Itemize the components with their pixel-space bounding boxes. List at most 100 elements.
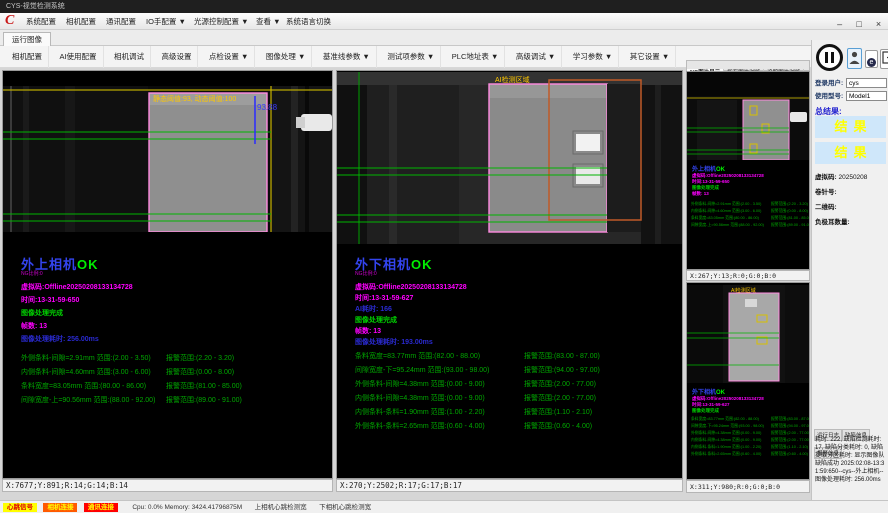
process-done-text: 图像处理完成 xyxy=(355,315,397,325)
user-account-button[interactable] xyxy=(847,48,862,69)
measurement-value: 内侧条料-间隙=4.60mm 范围:(3.00 - 6.00) xyxy=(691,209,761,214)
tool-camera-debug[interactable]: 相机调试 xyxy=(108,46,151,68)
connector-object xyxy=(301,114,332,131)
tab-run-image[interactable]: 运行图像 xyxy=(3,32,51,46)
measurement-value: 外侧条料-间隙=2.91mm 范围:(2.00 - 3.50) xyxy=(21,353,151,363)
camera-subinfo: NG比例:0 xyxy=(21,270,43,277)
measurement-row: 外侧条料-间隙=2.91mm 范围:(2.00 - 3.50) 报警范围:(2.2… xyxy=(3,353,332,367)
bright-feature xyxy=(576,134,600,151)
measurement-value: 条料宽度=83.05mm 范围:(80.00 - 86.00) xyxy=(21,381,146,391)
user-icon xyxy=(849,51,860,64)
measurement-list: 外侧条料-间隙=2.91mm 范围:(2.00 - 3.50) 报警范围:(2.2… xyxy=(3,353,332,409)
tab-count-label: 负极耳数量: xyxy=(815,219,850,226)
mid-camera-image[interactable]: AI检测区域 xyxy=(337,72,682,244)
tool-baseline-params[interactable]: 基准线参数 ▼ xyxy=(317,46,377,68)
measurement-value: 间隙宽度-下=95.24mm 范围:(93.00 - 98.00) xyxy=(691,424,764,429)
menu-item-camera-config[interactable]: 相机配置 xyxy=(62,13,100,30)
menu-item-system-config[interactable]: 系统配置 xyxy=(22,13,60,30)
threshold-overlay-label: 静态阈值:93, 动态阈值:100 xyxy=(153,94,236,103)
thumbnail-image: AI检测区域 xyxy=(687,285,809,383)
tool-advanced-debug[interactable]: 高级调试 ▼ xyxy=(510,46,563,68)
measurement-value: 外侧条料-间隙=2.91mm 范围:(2.00 - 3.50) xyxy=(691,202,761,207)
measurement-row: 内侧条料-间隙=4.38mm 范围:(0.00 - 9.00)报警范围:(2.0… xyxy=(337,393,682,407)
tool-other-settings[interactable]: 其它设置 ▼ xyxy=(624,46,677,68)
camera-connection-badge: 相机连接 xyxy=(43,503,77,512)
alarm-range: 报警范围:(2.00 - 77.00) xyxy=(524,379,596,389)
login-user-input[interactable] xyxy=(846,78,887,88)
measurement-row: 间隙宽度-下=95.24mm 范围:(93.00 - 98.00) 报警范围:(9… xyxy=(337,365,682,379)
qr-code-field: 二维码: xyxy=(815,201,837,211)
cpu-memory-readout: Cpu: 0.0% Memory: 3424.41796875M xyxy=(132,501,242,514)
alarm-range: 报警范围:(94.00 - 97.00) xyxy=(524,365,600,375)
window-title: CYS-视觉检测系统 xyxy=(6,3,65,10)
camera-status: OK xyxy=(77,257,99,272)
menu-item-view[interactable]: 查看 ▼ xyxy=(252,13,285,30)
thumbnail-image xyxy=(687,72,809,160)
alarm-range: 报警范围:(1.10 - 2.10) xyxy=(524,407,592,417)
menu-item-language-switch[interactable]: 系统语言切换 xyxy=(282,13,335,30)
close-button[interactable]: × xyxy=(871,17,886,31)
minimize-button[interactable]: – xyxy=(832,17,847,31)
frame-count-text: 帧数: 13 xyxy=(21,321,47,331)
tab-strip: 运行图像 xyxy=(0,30,888,46)
menu-item-io-config[interactable]: IO手配置 ▼ xyxy=(142,13,190,30)
lower-camera-heartbeat-text: 下相机心跳检测宽 xyxy=(319,501,371,514)
model-label: 使用型号: xyxy=(815,91,843,102)
thumbnail-upper-camera[interactable]: 外上相机OK 虚拟码:Offline20250208133134728 时间:1… xyxy=(686,71,810,270)
elapsed-text: 图像处理耗时: 193.00ms xyxy=(355,337,433,347)
upper-camera-heartbeat-text: 上相机心跳检测宽 xyxy=(255,501,307,514)
camera-subinfo: NG比例:0 xyxy=(355,270,377,277)
alarm-range: 报警范围:(2.20 - 3.20) xyxy=(166,353,234,363)
measurement-value: 内侧条料-条料=1.90mm 范围:(1.00 - 2.20) xyxy=(691,445,761,450)
tool-ai-config[interactable]: AI使用配置 xyxy=(53,46,103,68)
pause-button[interactable] xyxy=(816,44,843,71)
alarm-range: 报警范围:(0.00 - 8.00) xyxy=(166,367,234,377)
left-camera-image[interactable]: 93.88 静态阈值:93, 动态阈值:100 xyxy=(3,86,332,232)
ai-roi-overlay-label: AI检测区域 xyxy=(731,287,756,294)
alarm-range: 报警范围:(1.10 - 2.10) xyxy=(771,445,808,450)
pause-icon xyxy=(825,52,828,63)
measurement-row: 内侧条料-间隙=4.60mm 范围:(3.00 - 6.00)报警范围:(0.0… xyxy=(3,367,332,381)
tool-image-process[interactable]: 图像处理 ▼ xyxy=(260,46,313,68)
measurement-value: 内侧条料-条料=1.90mm 范围:(1.00 - 2.20) xyxy=(355,407,485,417)
tool-plc-table[interactable]: PLC地址表 ▼ xyxy=(446,46,506,68)
maximize-button[interactable]: □ xyxy=(852,17,867,31)
menu-item-light-config[interactable]: 光源控制配置 ▼ xyxy=(190,13,253,30)
left-camera-panel: 93.88 静态阈值:93, 动态阈值:100 外上相机OK NG比例:0 虚拟… xyxy=(2,70,333,479)
logout-button[interactable] xyxy=(880,49,888,69)
alarm-range: 报警范围:(2.00 - 77.00) xyxy=(771,438,810,443)
alarm-range: 报警范围:(2.20 - 3.20) xyxy=(771,202,808,207)
alarm-range: 报警范围:(2.00 - 77.00) xyxy=(771,431,810,436)
tab-count-field: 负极耳数量: xyxy=(815,216,850,226)
measurement-value: 间隙宽度-下=95.24mm 范围:(93.00 - 98.00) xyxy=(355,365,489,375)
e-service-button[interactable]: e xyxy=(865,50,878,68)
tool-camera-config[interactable]: 相机配置 xyxy=(6,46,49,68)
result-box-upper: 结果 xyxy=(815,116,886,138)
alarm-range: 报警范围:(89.00 - 91.00) xyxy=(166,395,242,405)
tool-spot-check[interactable]: 点检设置 ▼ xyxy=(203,46,256,68)
barcode-text: 虚拟码:Offline20250208133134728 xyxy=(21,282,133,292)
thumbnail-lower-camera[interactable]: AI检测区域 外下相机OK 虚拟码:Offline202502081331347… xyxy=(686,282,810,480)
login-user-row: 登录用户: xyxy=(815,78,887,89)
status-bar: 心跳信号 相机连接 通讯连接 Cpu: 0.0% Memory: 3424.41… xyxy=(0,500,888,513)
left-coords-readout: X:7677;Y:891;R:14;G:14;B:14 xyxy=(2,479,333,492)
measurement-list: 条料宽度=83.77mm 范围:(82.00 - 88.00) 报警范围:(83.… xyxy=(337,351,682,435)
comm-connection-badge: 通讯连接 xyxy=(84,503,118,512)
log-output[interactable]: 耗时: 222, 缺陷检测耗时: 17, 缺陷分类耗时: 0, 缺陷提取分区耗时… xyxy=(815,436,886,484)
frame-count-text: 帧数: 13 xyxy=(355,326,381,336)
model-input[interactable] xyxy=(846,91,887,101)
alarm-range: 报警范围:(83.00 - 87.00) xyxy=(524,351,600,361)
menu-bar: C 系统配置 相机配置 通讯配置 IO手配置 ▼ 光源控制配置 ▼ 查看 ▼ 系… xyxy=(0,13,888,30)
pin-number-label: 卷针号: xyxy=(815,189,837,196)
measurement-value: 条料宽度=83.77mm 范围:(82.00 - 88.00) xyxy=(355,351,480,361)
camera-title: 外上相机OK xyxy=(692,164,725,173)
alarm-range: 报警范围:(0.00 - 8.00) xyxy=(771,209,808,214)
menu-item-comm-config[interactable]: 通讯配置 xyxy=(102,13,140,30)
measurement-row: 条料宽度=83.05mm 范围:(80.00 - 86.00)报警范围:(81.… xyxy=(3,381,332,395)
tool-test-params[interactable]: 测试项参数 ▼ xyxy=(381,46,441,68)
thumb2-coords-readout: X:311;Y:980;R:0;G:0;B:0 xyxy=(686,480,810,493)
alarm-range: 报警范围:(2.00 - 77.00) xyxy=(524,393,596,403)
tool-advanced-setup[interactable]: 高级设置 xyxy=(155,46,198,68)
tool-learn-params[interactable]: 学习参数 ▼ xyxy=(567,46,620,68)
ai-time-text: AI耗时: 166 xyxy=(355,304,392,314)
